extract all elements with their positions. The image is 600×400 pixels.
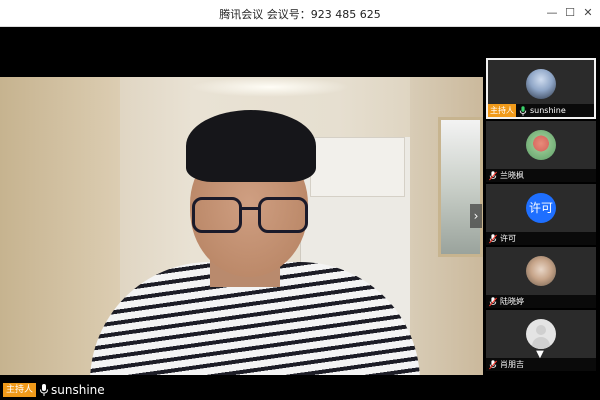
title-bar: 腾讯会议 会议号：923 485 625 — ☐ ✕: [0, 0, 600, 27]
speaker-glasses-bridge: [242, 207, 258, 210]
mic-muted-icon: [489, 296, 497, 306]
chevron-down-icon[interactable]: ▼: [532, 347, 548, 363]
participant-tile[interactable]: 主持人 sunshine: [486, 58, 596, 119]
participant-name: sunshine: [530, 106, 566, 115]
mic-icon: [40, 384, 49, 396]
avatar: [526, 319, 556, 349]
participant-tile[interactable]: 陆晓婷: [486, 247, 596, 308]
mic-icon: [519, 105, 527, 116]
avatar: [526, 130, 556, 160]
participant-name: 陆晓婷: [500, 297, 524, 306]
main-video-stage[interactable]: › 主持人 sunshine: [0, 28, 483, 400]
avatar: 许可: [526, 193, 556, 223]
mic-muted-icon: [489, 170, 497, 180]
participant-sidebar[interactable]: 主持人 sunshine 兰晓枫 许可 许可 陆晓婷 肖朋吉: [483, 28, 600, 400]
background-wardrobe-top: [310, 137, 405, 197]
participant-tile[interactable]: 许可 许可: [486, 184, 596, 245]
minimize-icon[interactable]: —: [543, 4, 561, 22]
speaker-glasses-left: [192, 197, 242, 233]
participant-name-bar: 许可: [486, 232, 596, 245]
maximize-icon[interactable]: ☐: [561, 4, 579, 22]
participant-name: 兰晓枫: [500, 171, 524, 180]
host-badge: 主持人: [3, 383, 37, 397]
speaker-glasses-right: [258, 197, 308, 233]
host-badge: 主持人: [488, 104, 516, 117]
avatar: [526, 69, 556, 99]
window-title: 腾讯会议 会议号：923 485 625: [219, 8, 381, 21]
avatar: [526, 256, 556, 286]
mic-muted-icon: [489, 359, 497, 369]
mic-muted-icon: [489, 233, 497, 243]
participant-name: 肖朋吉: [500, 360, 524, 369]
main-video-feed: [0, 77, 483, 375]
speaker-label: 主持人 sunshine: [3, 382, 105, 398]
background-painting: [438, 117, 483, 257]
participant-tile[interactable]: 兰晓枫: [486, 121, 596, 182]
speaker-hair: [186, 110, 316, 182]
background-light: [190, 77, 350, 97]
participant-name-bar: 兰晓枫: [486, 169, 596, 182]
participant-name: 许可: [500, 234, 516, 243]
close-icon[interactable]: ✕: [579, 4, 597, 22]
chevron-right-icon[interactable]: ›: [470, 204, 482, 228]
participant-name-bar: 主持人 sunshine: [488, 104, 594, 117]
participant-name-bar: 陆晓婷: [486, 295, 596, 308]
speaker-name: sunshine: [51, 383, 105, 397]
